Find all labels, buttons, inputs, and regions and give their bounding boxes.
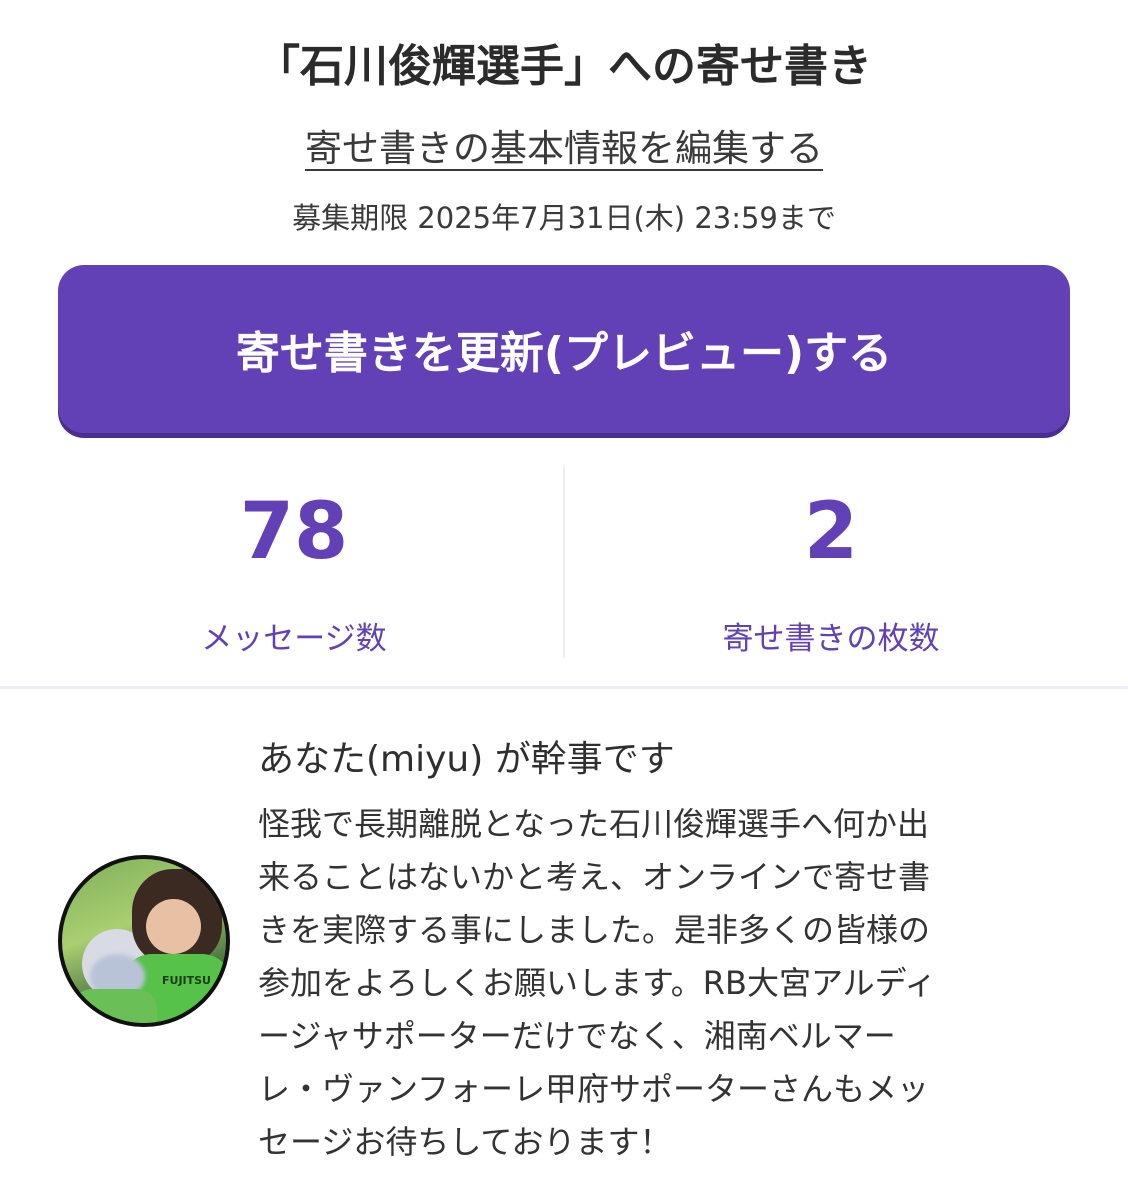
avatar-photo-part — [146, 899, 201, 954]
sheet-count-label: 寄せ書きの枚数 — [722, 621, 940, 657]
message-count: 78 — [239, 487, 349, 577]
organizer-message-line: 参加をよろしくお願いします。RB大宮アルディ — [258, 964, 937, 1002]
stat-messages: 78 メッセージ数 — [12, 465, 576, 660]
sheet-count: 2 — [803, 487, 859, 577]
section-divider — [0, 686, 1128, 689]
organizer-message-line: きを実際する事にしました。是非多くの皆様の — [258, 911, 931, 949]
page-title: 「石川俊輝選手」への寄せ書き — [256, 41, 872, 92]
organizer-message-line: レ・ヴァンフォーレ甲府サポーターさんもメッ — [258, 1070, 930, 1108]
organizer-section: FUJITSU あなた(miyu) が幹事です 怪我で長期離脱となった石川俊輝選… — [0, 690, 1128, 1200]
organizer-message-line: 怪我で長期離脱となった石川俊輝選手へ何か出 — [258, 805, 930, 843]
edit-basic-info-link[interactable]: 寄せ書きの基本情報を編集する — [0, 118, 1128, 172]
organizer-title: あなた(miyu) が幹事です — [258, 739, 675, 780]
organizer-message-line: ージャサポーターだけでなく、湘南ベルマー — [258, 1017, 896, 1055]
message-count-label: メッセージ数 — [201, 621, 387, 657]
avatar-photo-part — [72, 989, 157, 1023]
organizer-message-line: 来ることはないかと考え、オンラインで寄せ書 — [258, 858, 931, 896]
stat-sheets: 2 寄せ書きの枚数 — [546, 465, 1116, 660]
avatar: FUJITSU — [58, 855, 230, 1027]
update-preview-button[interactable]: 寄せ書きを更新(プレビュー)する — [58, 265, 1070, 433]
organizer-message: 怪我で長期離脱となった石川俊輝選手へ何か出 来ることはないかと考え、オンラインで… — [258, 798, 1058, 1169]
deadline-text: 募集期限 2025年7月31日(木) 23:59まで — [292, 201, 836, 235]
stats-panel: 78 メッセージ数 2 寄せ書きの枚数 — [0, 465, 1128, 660]
update-preview-button-label: 寄せ書きを更新(プレビュー)する — [235, 328, 893, 379]
avatar-shirt-text: FUJITSU — [162, 974, 211, 987]
organizer-message-line: セージお待ちしております！ — [258, 1123, 672, 1161]
page: 「石川俊輝選手」への寄せ書き 寄せ書きの基本情報を編集する 募集期限 2025年… — [0, 0, 1128, 1200]
